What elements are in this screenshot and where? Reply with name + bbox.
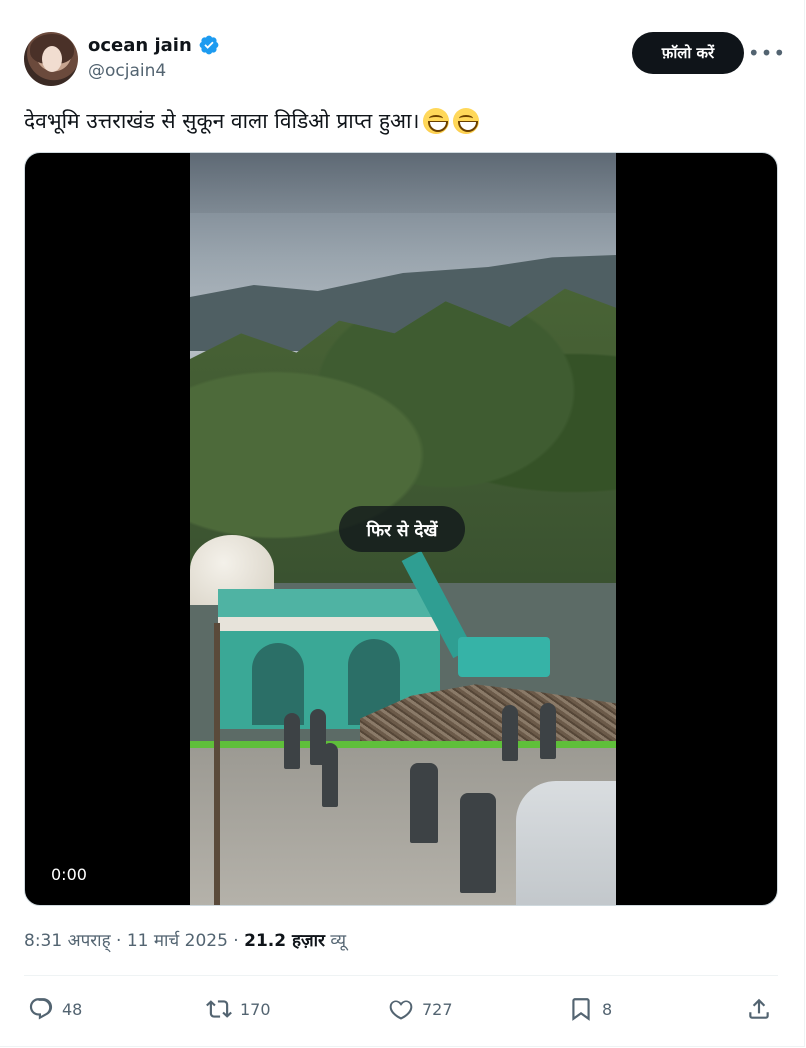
heart-icon [389,1000,413,1020]
reply-icon [29,998,53,1020]
bookmark-count: 8 [602,999,613,1019]
grinning-face-emoji [453,108,480,134]
post-text: देवभूमि उत्तराखंड से सुकून वाला विडिओ प्… [24,104,480,138]
bookmark-button[interactable]: 8 [568,993,612,1025]
video-excavator [458,637,550,677]
author-handle[interactable]: @ocjain4 [88,61,166,81]
video-person [322,743,338,807]
repost-icon [206,1000,232,1018]
replay-button[interactable]: फिर से देखें [339,506,465,552]
post-time[interactable]: 8:31 अपराह् [24,931,111,951]
post-date[interactable]: 11 मार्च 2025 [127,931,228,951]
more-options-icon[interactable]: ••• [748,38,785,68]
video-sky [190,153,616,213]
verified-badge-icon [199,35,219,55]
divider [24,975,778,976]
follow-button[interactable]: फ़ॉलो करें [632,32,744,74]
meta-separator: · [227,931,245,951]
views-count: 21.2 हज़ार [244,931,325,951]
like-button[interactable]: 727 [388,993,453,1025]
views-label: व्यू [330,931,347,951]
avatar[interactable] [24,32,78,86]
repost-button[interactable]: 170 [206,993,271,1025]
video-person [460,793,496,893]
video-person [284,713,300,769]
post-meta: 8:31 अपराह् · 11 मार्च 2025 · 21.2 हज़ार… [24,928,346,951]
reply-button[interactable]: 48 [28,993,82,1025]
meta-separator: · [110,931,127,951]
repost-count: 170 [240,999,271,1019]
video-timer: 0:00 [51,865,87,884]
video-person [410,763,438,843]
video-person [540,703,556,759]
bookmark-icon [572,998,590,1021]
video-person [502,705,518,761]
video-car [516,781,616,905]
like-count: 727 [422,999,453,1019]
author-name[interactable]: ocean jain [88,35,192,56]
share-icon [749,998,769,1019]
reply-count: 48 [62,999,83,1019]
video-player[interactable]: फिर से देखें 0:00 [24,152,778,906]
share-button[interactable] [746,993,772,1025]
author-name-row[interactable]: ocean jain [88,34,220,56]
video-tree-trunk [214,623,220,905]
grinning-face-emoji [423,108,450,134]
post-body: देवभूमि उत्तराखंड से सुकून वाला विडिओ प्… [24,109,420,133]
video-arch [252,643,304,725]
avatar-face [42,46,62,72]
